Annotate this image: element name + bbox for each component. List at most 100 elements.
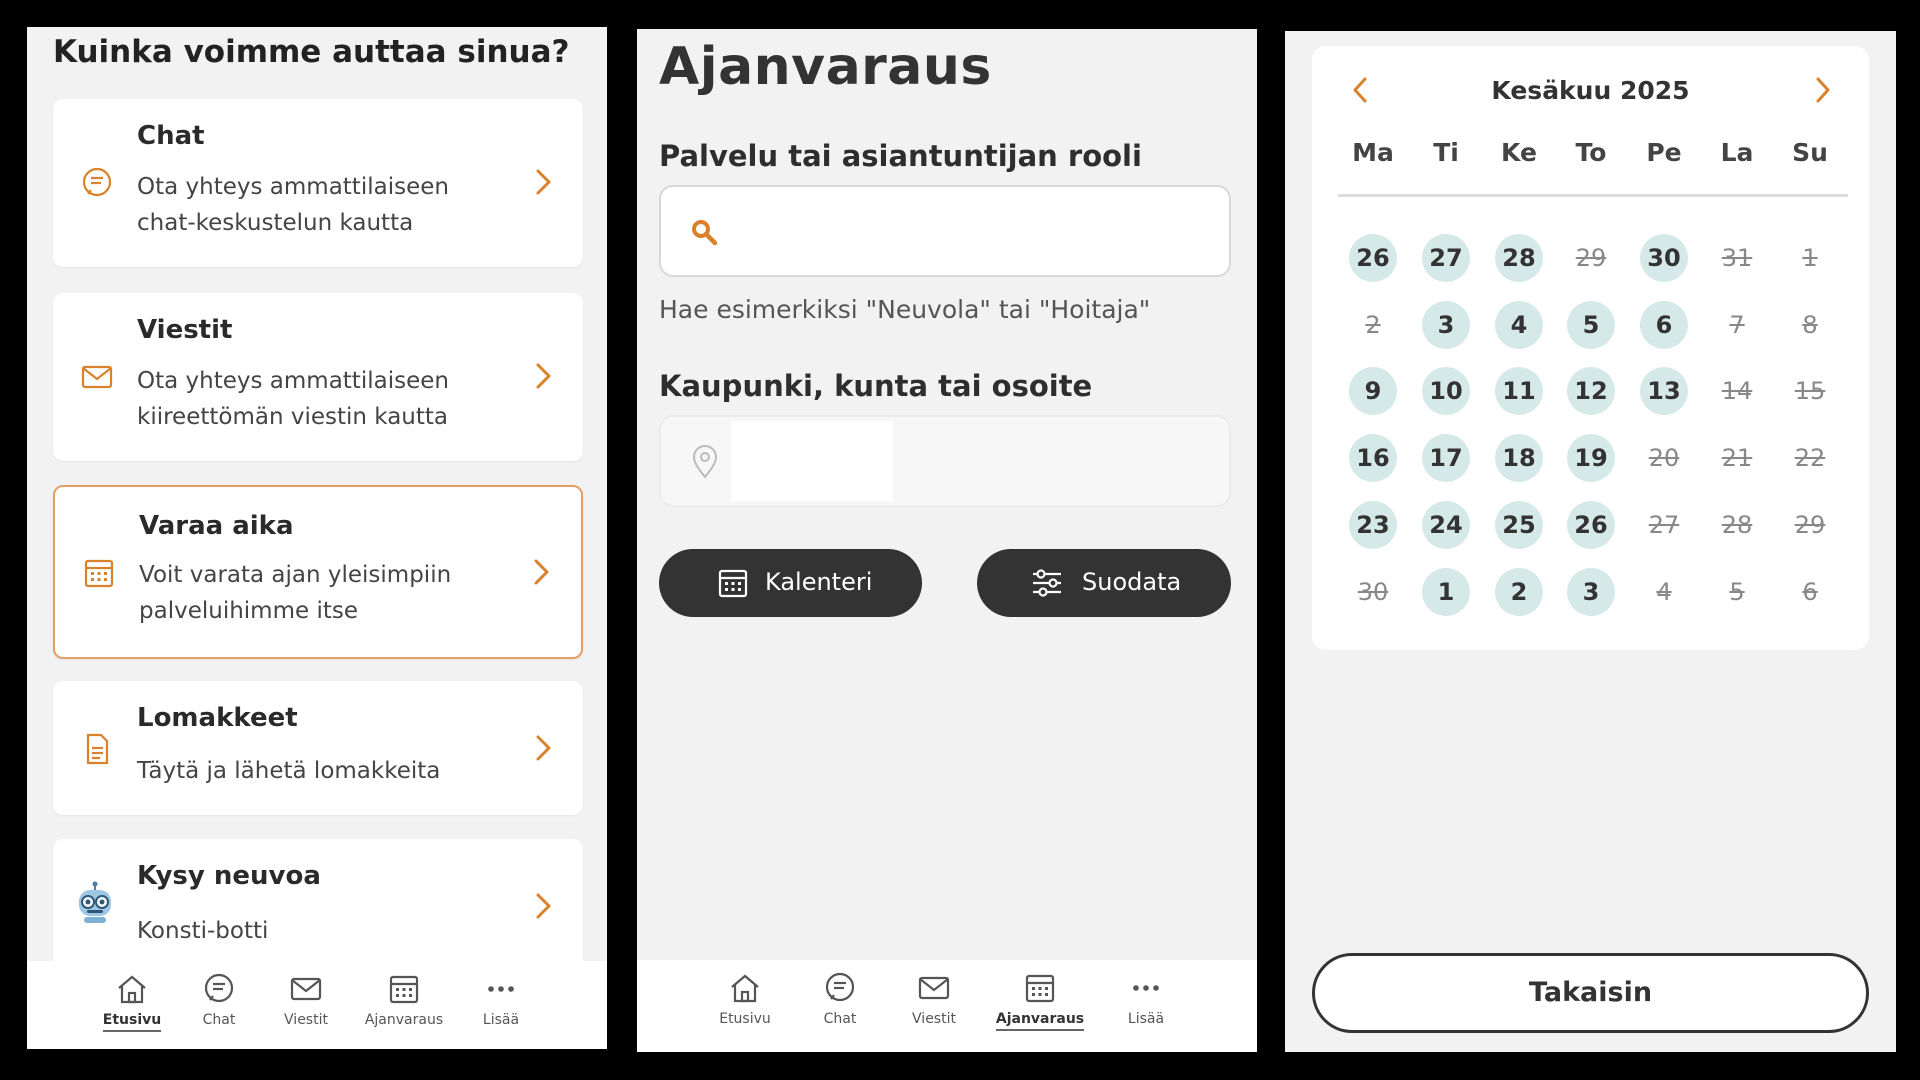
calendar-day-available[interactable]: 4 [1495,301,1543,349]
nav-item-more[interactable]: Lisää [456,971,546,1030]
filter-button-label: Suodata [1082,568,1182,596]
book-appointment-card[interactable]: Varaa aika Voit varata ajan yleisimpiin … [53,485,583,659]
nav-item-booking[interactable]: Ajanvaraus [359,971,449,1030]
calendar-day-available[interactable]: 9 [1349,367,1397,415]
card-description: Ota yhteys ammattilaiseen kiireettömän v… [137,368,449,430]
calendar-button[interactable]: Kalenteri [659,549,922,617]
card-title: Varaa aika [139,511,294,541]
calendar-day-unavailable: 22 [1794,444,1826,472]
chat-card[interactable]: Chat Ota yhteys ammattilaiseen chat-kesk… [53,99,583,267]
calendar-day-available[interactable]: 2 [1495,568,1543,616]
nav-label: Lisää [1127,1011,1165,1027]
calendar-day-unavailable: 20 [1648,444,1680,472]
location-field[interactable] [659,415,1231,507]
calendar-day-unavailable: 31 [1721,244,1753,272]
weekday-label: Su [1792,138,1828,167]
chat-icon [204,973,234,1003]
calendar-day-available[interactable]: 28 [1495,234,1543,282]
forms-card[interactable]: Lomakkeet Täytä ja lähetä lomakkeita [53,681,583,815]
calendar-day-available[interactable]: 25 [1495,501,1543,549]
calendar-day-available[interactable]: 5 [1567,301,1615,349]
nav-item-home[interactable]: Etusivu [87,971,177,1032]
calendar-day-unavailable: 4 [1656,578,1672,606]
location-label: Kaupunki, kunta tai osoite [659,369,1093,403]
calendar-icon [81,555,117,591]
ask-advice-card[interactable]: Kysy neuvoa Konsti-botti [53,839,583,979]
calendar-day-available[interactable]: 27 [1422,234,1470,282]
calendar-day-unavailable: 8 [1802,311,1818,339]
nav-item-more[interactable]: Lisää [1101,970,1191,1029]
messages-card[interactable]: Viestit Ota yhteys ammattilaiseen kiiree… [53,293,583,461]
calendar-day-unavailable: 2 [1365,311,1381,339]
filter-button[interactable]: Suodata [977,549,1231,617]
weekday-label: Pe [1646,138,1682,167]
calendar-day-available[interactable]: 19 [1567,434,1615,482]
calendar-day-available[interactable]: 1 [1422,568,1470,616]
booking-screen: Ajanvaraus Palvelu tai asiantuntijan roo… [637,29,1257,1052]
nav-item-chat[interactable]: Chat [795,970,885,1029]
calendar-day-available[interactable]: 30 [1640,234,1688,282]
nav-label: Viestit [912,1011,956,1027]
calendar-day-unavailable: 15 [1794,377,1826,405]
calendar-icon [389,975,419,1004]
card-description: Ota yhteys ammattilaiseen chat-keskustel… [137,174,449,236]
next-month-button[interactable] [1812,75,1834,105]
location-pin-icon [692,445,718,479]
nav-item-booking[interactable]: Ajanvaraus [995,970,1085,1031]
nav-label: Chat [202,1012,236,1028]
nav-label: Ajanvaraus [364,1012,444,1028]
chevron-right-icon [531,167,555,197]
mail-icon [79,359,115,395]
calendar-day-unavailable: 14 [1721,377,1753,405]
calendar-day-available[interactable]: 26 [1349,234,1397,282]
service-label: Palvelu tai asiantuntijan rooli [659,139,1142,173]
nav-label: Ajanvaraus [995,1011,1085,1031]
calendar-day-available[interactable]: 12 [1567,367,1615,415]
nav-item-home[interactable]: Etusivu [700,970,790,1029]
bottom-navigation: Etusivu Chat Viestit Ajanvaraus Lisää [637,960,1257,1052]
calendar-day-available[interactable]: 23 [1349,501,1397,549]
calendar-day-available[interactable]: 3 [1567,568,1615,616]
calendar-icon [718,569,748,598]
calendar-day-available[interactable]: 10 [1422,367,1470,415]
calendar-day-unavailable: 21 [1721,444,1753,472]
nav-item-messages[interactable]: Viestit [261,971,351,1030]
back-button[interactable]: Takaisin [1312,953,1869,1033]
nav-item-chat[interactable]: Chat [174,971,264,1030]
weekday-label: La [1720,138,1754,167]
page-title: Ajanvaraus [659,37,992,97]
mail-icon [290,977,322,1001]
chevron-right-icon [531,891,555,921]
bottom-navigation: Etusivu Chat Viestit Ajanvaraus Lisää [27,961,607,1049]
calendar-day-available[interactable]: 18 [1495,434,1543,482]
calendar-day-available[interactable]: 24 [1422,501,1470,549]
calendar-day-available[interactable]: 16 [1349,434,1397,482]
calendar-day-unavailable: 28 [1721,511,1753,539]
calendar-day-available[interactable]: 3 [1422,301,1470,349]
weekday-label: Ke [1501,138,1537,167]
card-title: Chat [137,121,205,151]
chat-icon [825,972,855,1002]
calendar-day-available[interactable]: 13 [1640,367,1688,415]
location-input[interactable] [731,421,893,501]
home-icon [118,975,146,1004]
chevron-right-icon [531,361,555,391]
nav-item-messages[interactable]: Viestit [889,970,979,1029]
service-search-field[interactable] [659,185,1231,277]
calendar-day-unavailable: 29 [1575,244,1607,272]
filter-icon [1033,569,1061,597]
chevron-right-icon [529,557,553,587]
service-search-input[interactable] [741,205,1215,259]
chevron-right-icon [1816,77,1830,103]
home-screen: Kuinka voimme auttaa sinua? Chat Ota yht… [27,27,607,1049]
calendar-day-unavailable: 29 [1794,511,1826,539]
calendar-day-unavailable: 27 [1648,511,1680,539]
calendar-day-available[interactable]: 26 [1567,501,1615,549]
more-icon [1133,985,1159,991]
calendar-day-available[interactable]: 11 [1495,367,1543,415]
home-icon [731,974,759,1003]
calendar-day-unavailable: 1 [1802,244,1818,272]
calendar-divider [1338,194,1848,197]
calendar-day-available[interactable]: 6 [1640,301,1688,349]
calendar-day-available[interactable]: 17 [1422,434,1470,482]
